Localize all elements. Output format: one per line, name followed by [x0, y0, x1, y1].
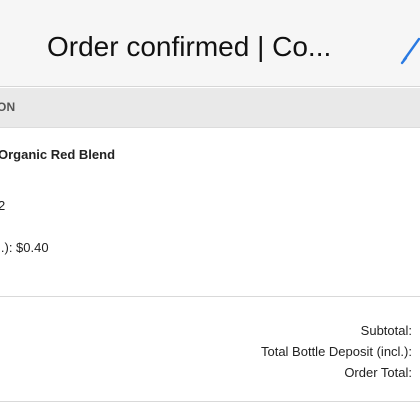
product-name: Organic Red Blend [0, 147, 116, 162]
pencil-icon[interactable] [398, 30, 420, 66]
order-confirmation-page: Order confirmed | Co... ON Organic Red B… [0, 0, 420, 420]
subtotal-label: Subtotal: [360, 323, 412, 338]
product-deposit: l.): $0.40 [0, 240, 49, 255]
bottle-deposit-label: Total Bottle Deposit (incl.): [260, 344, 412, 359]
section-header: ON [0, 88, 420, 128]
product-quantity: 2 [0, 198, 6, 213]
summary-divider [0, 401, 420, 402]
item-divider [0, 296, 420, 297]
order-total-label: Order Total: [344, 365, 412, 380]
section-header-title: ON [0, 100, 16, 114]
order-summary: Subtotal: Total Bottle Deposit (incl.): … [261, 320, 412, 383]
page-title: Order confirmed | Co... [47, 31, 332, 62]
title-bar: Order confirmed | Co... [0, 0, 420, 87]
